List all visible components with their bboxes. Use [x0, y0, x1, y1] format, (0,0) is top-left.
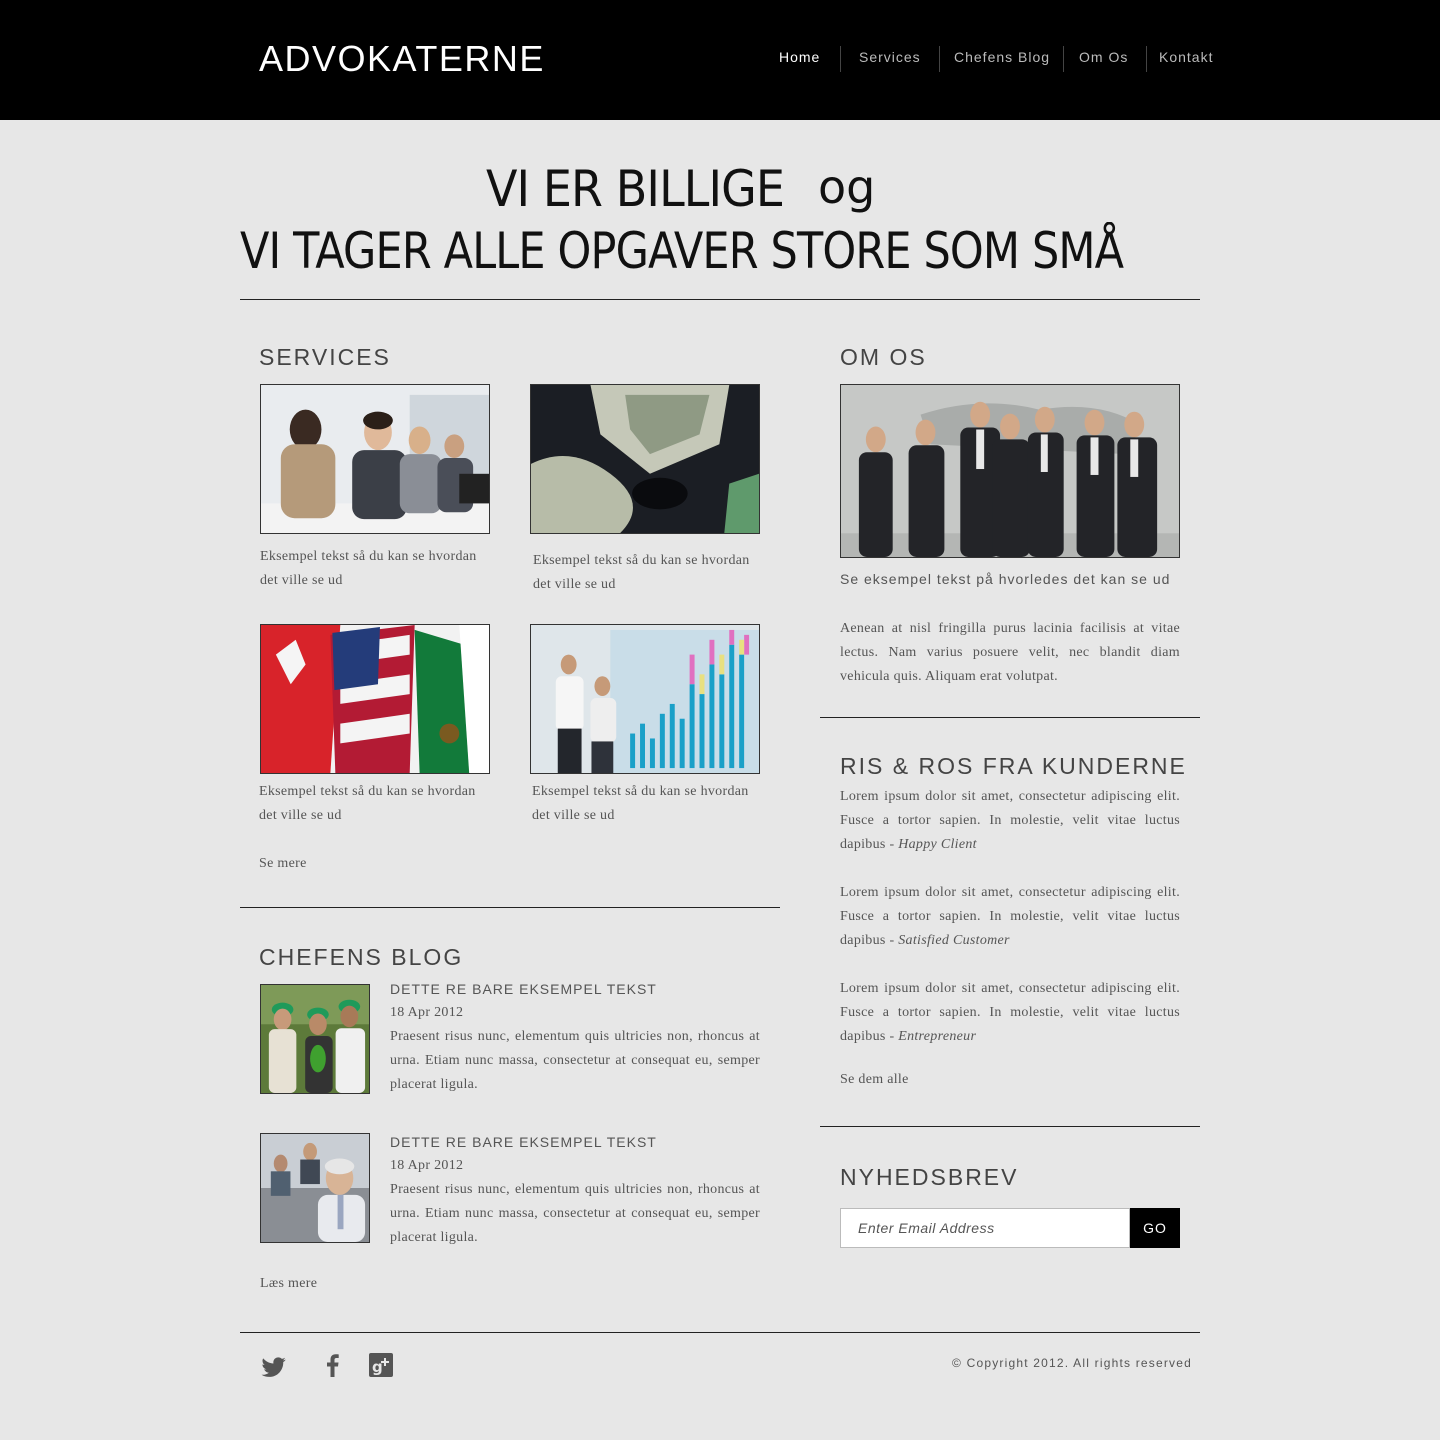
nav-services[interactable]: Services — [859, 46, 921, 72]
blog-post-date: 18 Apr 2012 — [390, 1005, 464, 1020]
services-more-link[interactable]: Se mere — [259, 856, 307, 872]
blog-post-heading[interactable]: DETTE RE BARE EKSEMPEL TEKST — [390, 981, 657, 997]
testimonial-text: Lorem ipsum dolor sit amet, consectetur … — [840, 789, 1180, 852]
nav-divider — [939, 46, 940, 72]
nav-kontakt[interactable]: Kontakt — [1159, 46, 1213, 72]
blog-title: CHEFENS BLOG — [259, 944, 464, 970]
nav-om-os[interactable]: Om Os — [1079, 46, 1128, 72]
site-header: ADVOKATERNE Home Services Chefens Blog O… — [0, 0, 1440, 120]
blog-post-excerpt: Praesent risus nunc, elementum quis ultr… — [390, 1182, 760, 1245]
call-center-photo[interactable] — [260, 384, 490, 534]
money-puzzle-photo[interactable] — [530, 384, 760, 534]
nav-home[interactable]: Home — [779, 46, 820, 72]
blog-post-excerpt: Praesent risus nunc, elementum quis ultr… — [390, 1029, 760, 1092]
hero-line-2: VI TAGER ALLE OPGAVER STORE SOM SMÅ — [240, 222, 1124, 280]
footer-divider — [240, 1332, 1200, 1333]
service-caption: Eksempel tekst så du kan se hvordan det … — [533, 553, 750, 592]
om-os-divider — [820, 717, 1200, 718]
services-title: SERVICES — [259, 344, 391, 370]
testimonial-text: Lorem ipsum dolor sit amet, consectetur … — [840, 981, 1180, 1044]
service-caption: Eksempel tekst så du kan se hvordan det … — [260, 549, 477, 588]
hero-line-1: VI ER BILLIGE — [486, 160, 785, 218]
twitter-icon[interactable] — [259, 1350, 289, 1380]
om-os-subtitle: Se eksempel tekst på hvorledes det kan s… — [840, 571, 1171, 587]
google-plus-icon[interactable]: g — [366, 1350, 396, 1380]
newsletter-title: NYHEDSBREV — [840, 1164, 1019, 1190]
businessman-office-photo[interactable] — [260, 1133, 370, 1243]
testimonial-text: Lorem ipsum dolor sit amet, consectetur … — [840, 885, 1180, 948]
testimonial-author: Entrepreneur — [898, 1029, 977, 1044]
facebook-icon[interactable] — [318, 1350, 348, 1380]
site-logo[interactable]: ADVOKATERNE — [259, 38, 545, 80]
nav-divider — [840, 46, 841, 72]
services-divider — [240, 907, 780, 908]
om-os-title: OM OS — [840, 344, 927, 370]
testimonial: Lorem ipsum dolor sit amet, consectetur … — [840, 977, 1180, 1049]
service-caption: Eksempel tekst så du kan se hvordan det … — [532, 784, 749, 823]
nav-divider — [1146, 46, 1147, 72]
hardhat-team-photo[interactable] — [260, 984, 370, 1094]
blog-post-date: 18 Apr 2012 — [390, 1158, 464, 1173]
presentation-chart-photo[interactable] — [530, 624, 760, 774]
testimonials-divider — [820, 1126, 1200, 1127]
testimonial-author: Happy Client — [898, 837, 977, 852]
testimonial: Lorem ipsum dolor sit amet, consectetur … — [840, 785, 1180, 857]
blog-more-link[interactable]: Læs mere — [260, 1276, 317, 1292]
blog-post-heading[interactable]: DETTE RE BARE EKSEMPEL TEKST — [390, 1134, 657, 1150]
om-os-text: Aenean at nisl fringilla purus lacinia f… — [840, 621, 1180, 684]
testimonial-author: Satisfied Customer — [898, 933, 1010, 948]
nav-chefens-blog[interactable]: Chefens Blog — [954, 46, 1050, 72]
hero-line-1-og: og — [818, 160, 876, 214]
nav-divider — [1063, 46, 1064, 72]
flags-photo[interactable] — [260, 624, 490, 774]
service-caption: Eksempel tekst så du kan se hvordan det … — [259, 784, 476, 823]
business-team-photo[interactable] — [840, 384, 1180, 558]
svg-text:g: g — [372, 1358, 383, 1376]
testimonials-more-link[interactable]: Se dem alle — [840, 1072, 909, 1088]
copyright-text: © Copyright 2012. All rights reserved — [952, 1356, 1193, 1370]
newsletter-go-button[interactable]: GO — [1130, 1208, 1180, 1248]
newsletter-email-input[interactable] — [840, 1208, 1130, 1248]
testimonial: Lorem ipsum dolor sit amet, consectetur … — [840, 881, 1180, 953]
testimonials-title: RIS & ROS FRA KUNDERNE — [840, 753, 1187, 779]
hero-divider — [240, 299, 1200, 300]
